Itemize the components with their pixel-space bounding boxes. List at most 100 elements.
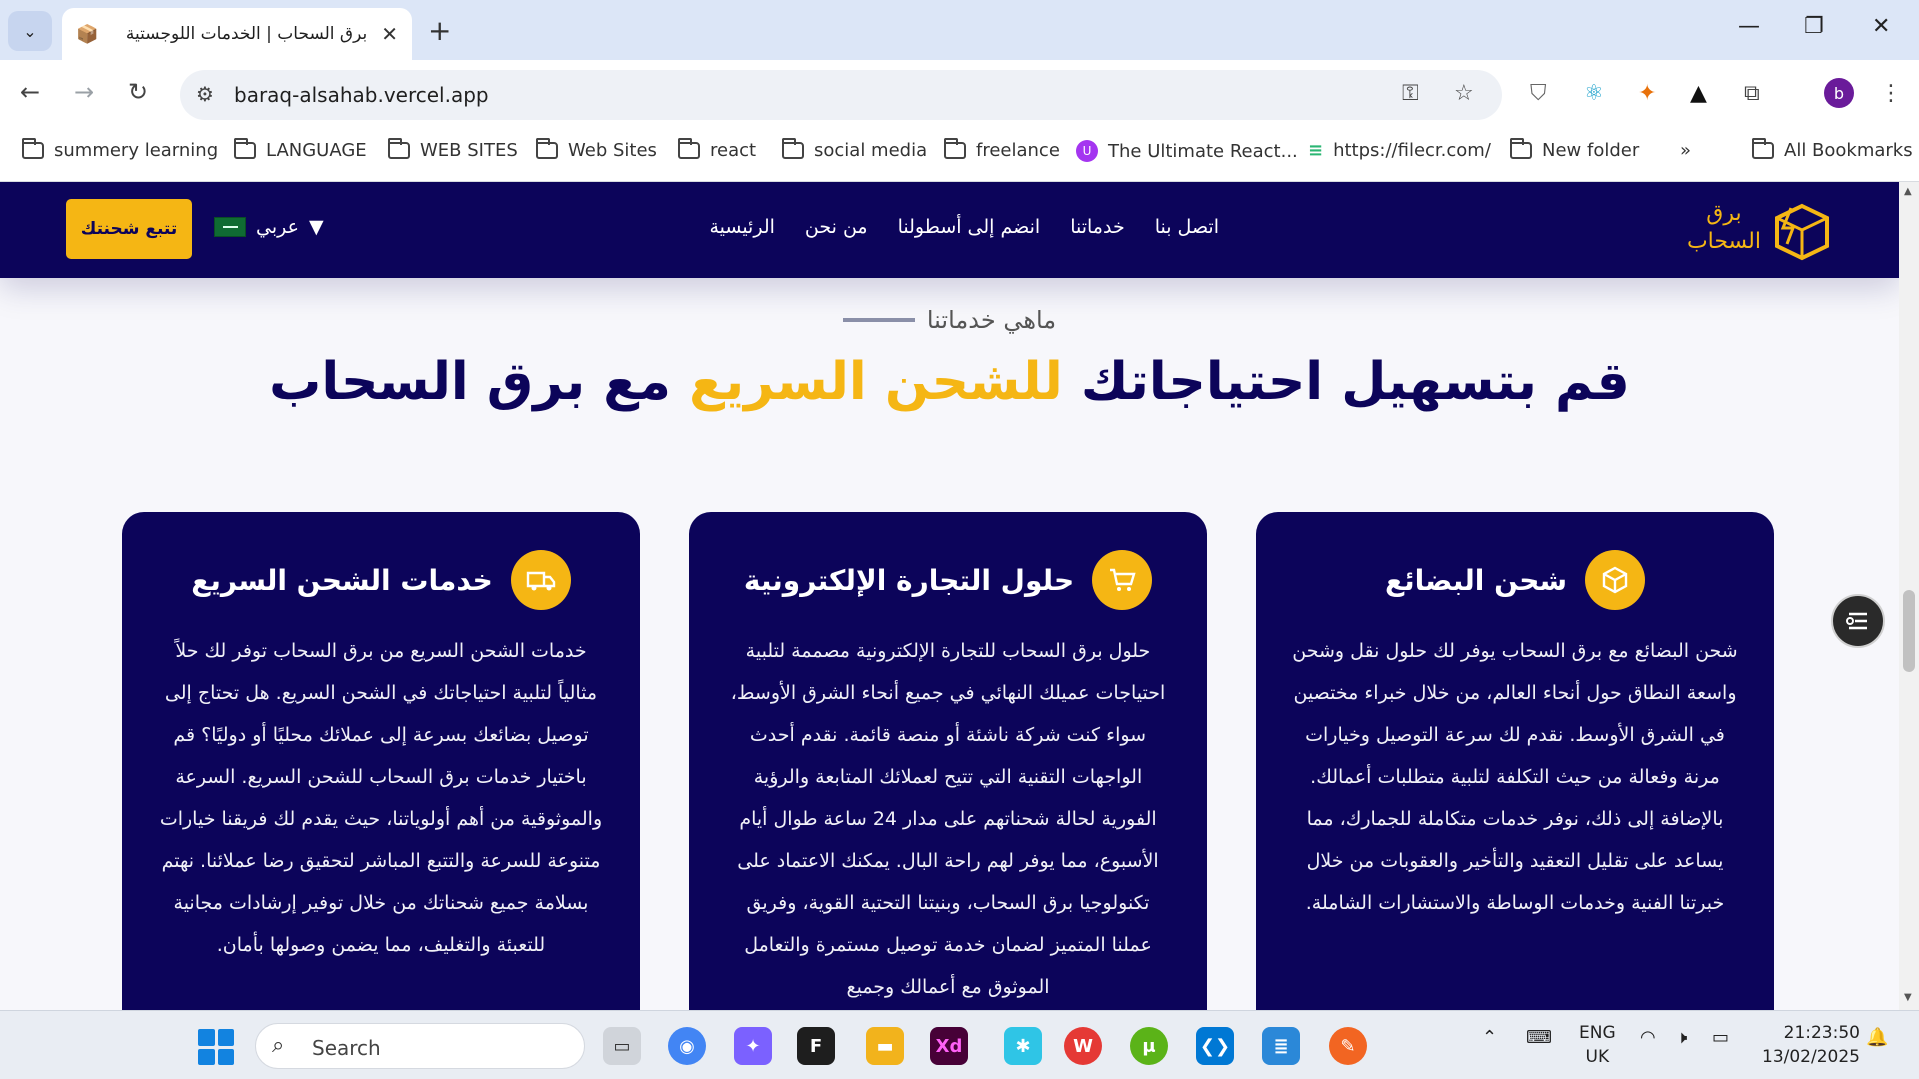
kebab-menu-icon[interactable]: ⋮: [1880, 81, 1902, 106]
site-settings-icon[interactable]: ⚙: [196, 82, 214, 106]
folder-icon: [678, 138, 700, 159]
copilot-icon[interactable]: ✦: [734, 1027, 772, 1065]
bookmark-item[interactable]: New folder: [1510, 138, 1639, 161]
service-card-express[interactable]: خدمات الشحن السريع خدمات الشحن السريع من…: [122, 512, 640, 1010]
udemy-icon: U: [1076, 140, 1098, 162]
scroll-thumb[interactable]: [1903, 590, 1915, 672]
all-bookmarks-button[interactable]: All Bookmarks: [1752, 138, 1913, 161]
restore-icon[interactable]: ❐: [1804, 14, 1824, 39]
address-bar[interactable]: ⚙ baraq-alsahab.vercel.app ⚿ ☆: [180, 70, 1502, 120]
scroll-up-icon[interactable]: ▲: [1904, 186, 1912, 197]
close-tab-icon[interactable]: ✕: [381, 22, 398, 46]
folder-icon: [782, 138, 804, 159]
adobe-xd-icon[interactable]: Xd: [930, 1027, 968, 1065]
file-explorer-icon[interactable]: ▬: [866, 1027, 904, 1065]
shield-extension-icon[interactable]: ⛉: [1530, 81, 1547, 106]
service-card-ecommerce[interactable]: حلول التجارة الإلكترونية حلول برق السحاب…: [689, 512, 1207, 1010]
site-logo[interactable]: برق السحاب: [1665, 196, 1835, 266]
search-icon: ⌕: [272, 1033, 285, 1058]
bookmark-item[interactable]: freelance: [944, 138, 1060, 161]
tab-search-button[interactable]: ⌄: [8, 11, 52, 51]
utorrent-icon[interactable]: μ: [1130, 1027, 1168, 1065]
logo-line-1: برق: [1706, 201, 1742, 226]
extensions-puzzle-icon[interactable]: ⧉: [1744, 81, 1760, 106]
keyboard-icon[interactable]: ⌨: [1526, 1027, 1552, 1048]
list-menu-icon: [1846, 612, 1867, 630]
bookmark-item[interactable]: social media: [782, 138, 927, 161]
figma-icon[interactable]: F: [797, 1027, 835, 1065]
search-placeholder: Search: [312, 1036, 381, 1060]
windows-taskbar: ⌕ Search ▭ ◉ ✦ F ▬ Xd ✱ W μ ❮❯ ≣ ✎ ⌃ ⌨ E…: [0, 1010, 1919, 1079]
track-shipment-button[interactable]: تتبع شحنتك: [66, 199, 192, 259]
truck-icon: [510, 550, 571, 610]
folder-icon: [1510, 138, 1532, 159]
bookmarks-overflow-button[interactable]: »: [1680, 140, 1691, 161]
triangle-extension-icon[interactable]: ▲: [1690, 81, 1707, 106]
main-nav: الرئيسية من نحن انضم إلى أسطولنا خدماتنا…: [709, 216, 1219, 238]
logo-line-2: السحاب: [1686, 229, 1761, 254]
tray-chevron-icon[interactable]: ⌃: [1482, 1027, 1497, 1048]
box-icon: [1584, 550, 1645, 610]
back-icon[interactable]: ←: [20, 78, 40, 106]
notepad-icon[interactable]: ≣: [1262, 1027, 1300, 1065]
minimize-icon[interactable]: —: [1738, 14, 1760, 39]
react-devtools-icon[interactable]: ⚛: [1584, 81, 1604, 106]
bookmark-item[interactable]: ≡ https://filecr.com/: [1308, 140, 1491, 161]
volume-muted-icon[interactable]: 🕨: [1676, 1027, 1687, 1048]
section-headline: قم بتسهيل احتياجاتك للشحن السريع مع برق …: [269, 352, 1630, 412]
folder-icon: [944, 138, 966, 159]
service-card-freight[interactable]: شحن البضائع شحن البضائع مع برق السحاب يو…: [1256, 512, 1774, 1010]
password-key-icon[interactable]: ⚿: [1402, 81, 1419, 106]
bookmark-item[interactable]: U The Ultimate React...: [1076, 140, 1298, 162]
extension-icon[interactable]: ✦: [1638, 81, 1656, 106]
card-title: حلول التجارة الإلكترونية: [743, 563, 1075, 597]
vscode-icon[interactable]: ❮❯: [1196, 1027, 1234, 1065]
bookmark-item[interactable]: LANGUAGE: [234, 138, 367, 161]
url-text[interactable]: baraq-alsahab.vercel.app: [234, 83, 489, 107]
floating-menu-button[interactable]: [1831, 594, 1885, 648]
site-header: برق السحاب الرئيسية من نحن انضم إلى أسطو…: [0, 182, 1899, 278]
bookmark-item[interactable]: react: [678, 138, 756, 161]
new-tab-button[interactable]: +: [428, 14, 451, 47]
windows-start-icon[interactable]: [198, 1029, 234, 1065]
input-language-indicator[interactable]: ENG UK: [1579, 1021, 1616, 1069]
nav-join-fleet[interactable]: انضم إلى أسطولنا: [898, 216, 1041, 238]
language-selector[interactable]: عربي ▼: [214, 216, 324, 238]
lightning-box-logo-icon: [1775, 203, 1829, 261]
close-window-icon[interactable]: ✕: [1872, 14, 1890, 39]
card-title: خدمات الشحن السريع: [191, 563, 493, 597]
active-tab[interactable]: 📦 برق السحاب | الخدمات اللوجستية ✕: [62, 8, 412, 60]
reload-icon[interactable]: ↻: [128, 78, 148, 106]
notification-bell-icon[interactable]: 🔔: [1866, 1027, 1888, 1048]
postman-icon[interactable]: ✎: [1329, 1027, 1367, 1065]
taskbar-search[interactable]: ⌕ Search: [255, 1023, 585, 1069]
card-text: شحن البضائع مع برق السحاب يوفر لك حلول ن…: [1292, 640, 1738, 914]
chrome-icon[interactable]: ◉: [668, 1027, 706, 1065]
task-view-icon[interactable]: ▭: [603, 1027, 641, 1065]
nav-about[interactable]: من نحن: [805, 216, 868, 238]
bookmark-item[interactable]: summery learning: [22, 138, 218, 161]
nav-home[interactable]: الرئيسية: [709, 216, 774, 238]
tab-title: برق السحاب | الخدمات اللوجستية: [125, 24, 368, 44]
wps-icon[interactable]: W: [1064, 1027, 1102, 1065]
wifi-icon[interactable]: ◠: [1640, 1027, 1656, 1048]
section-eyebrow: ماهي خدماتنا: [0, 306, 1899, 334]
nav-contact[interactable]: اتصل بنا: [1155, 216, 1219, 238]
taskbar-clock[interactable]: 21:23:50 13/02/2025: [1762, 1021, 1860, 1069]
nav-services[interactable]: خدماتنا: [1070, 216, 1125, 238]
card-text: حلول برق السحاب للتجارة الإلكترونية مصمم…: [730, 640, 1166, 998]
page-scrollbar[interactable]: ▲ ▼: [1899, 182, 1919, 1010]
chevron-down-icon: ⌄: [23, 21, 37, 41]
bookmark-item[interactable]: Web Sites: [536, 138, 657, 161]
bookmark-item[interactable]: WEB SITES: [388, 138, 518, 161]
app-icon[interactable]: ✱: [1004, 1027, 1042, 1065]
battery-icon[interactable]: ▭: [1712, 1027, 1729, 1048]
filecr-icon: ≡: [1308, 140, 1324, 161]
browser-toolbar: ← → ↻ ⚙ baraq-alsahab.vercel.app ⚿ ☆ ⛉ ⚛…: [0, 60, 1919, 130]
bookmark-star-icon[interactable]: ☆: [1454, 81, 1474, 106]
forward-icon[interactable]: →: [74, 78, 94, 106]
scroll-down-icon[interactable]: ▼: [1904, 992, 1912, 1003]
profile-avatar[interactable]: b: [1824, 78, 1854, 108]
folder-icon: [536, 138, 558, 159]
folder-icon: [388, 138, 410, 159]
